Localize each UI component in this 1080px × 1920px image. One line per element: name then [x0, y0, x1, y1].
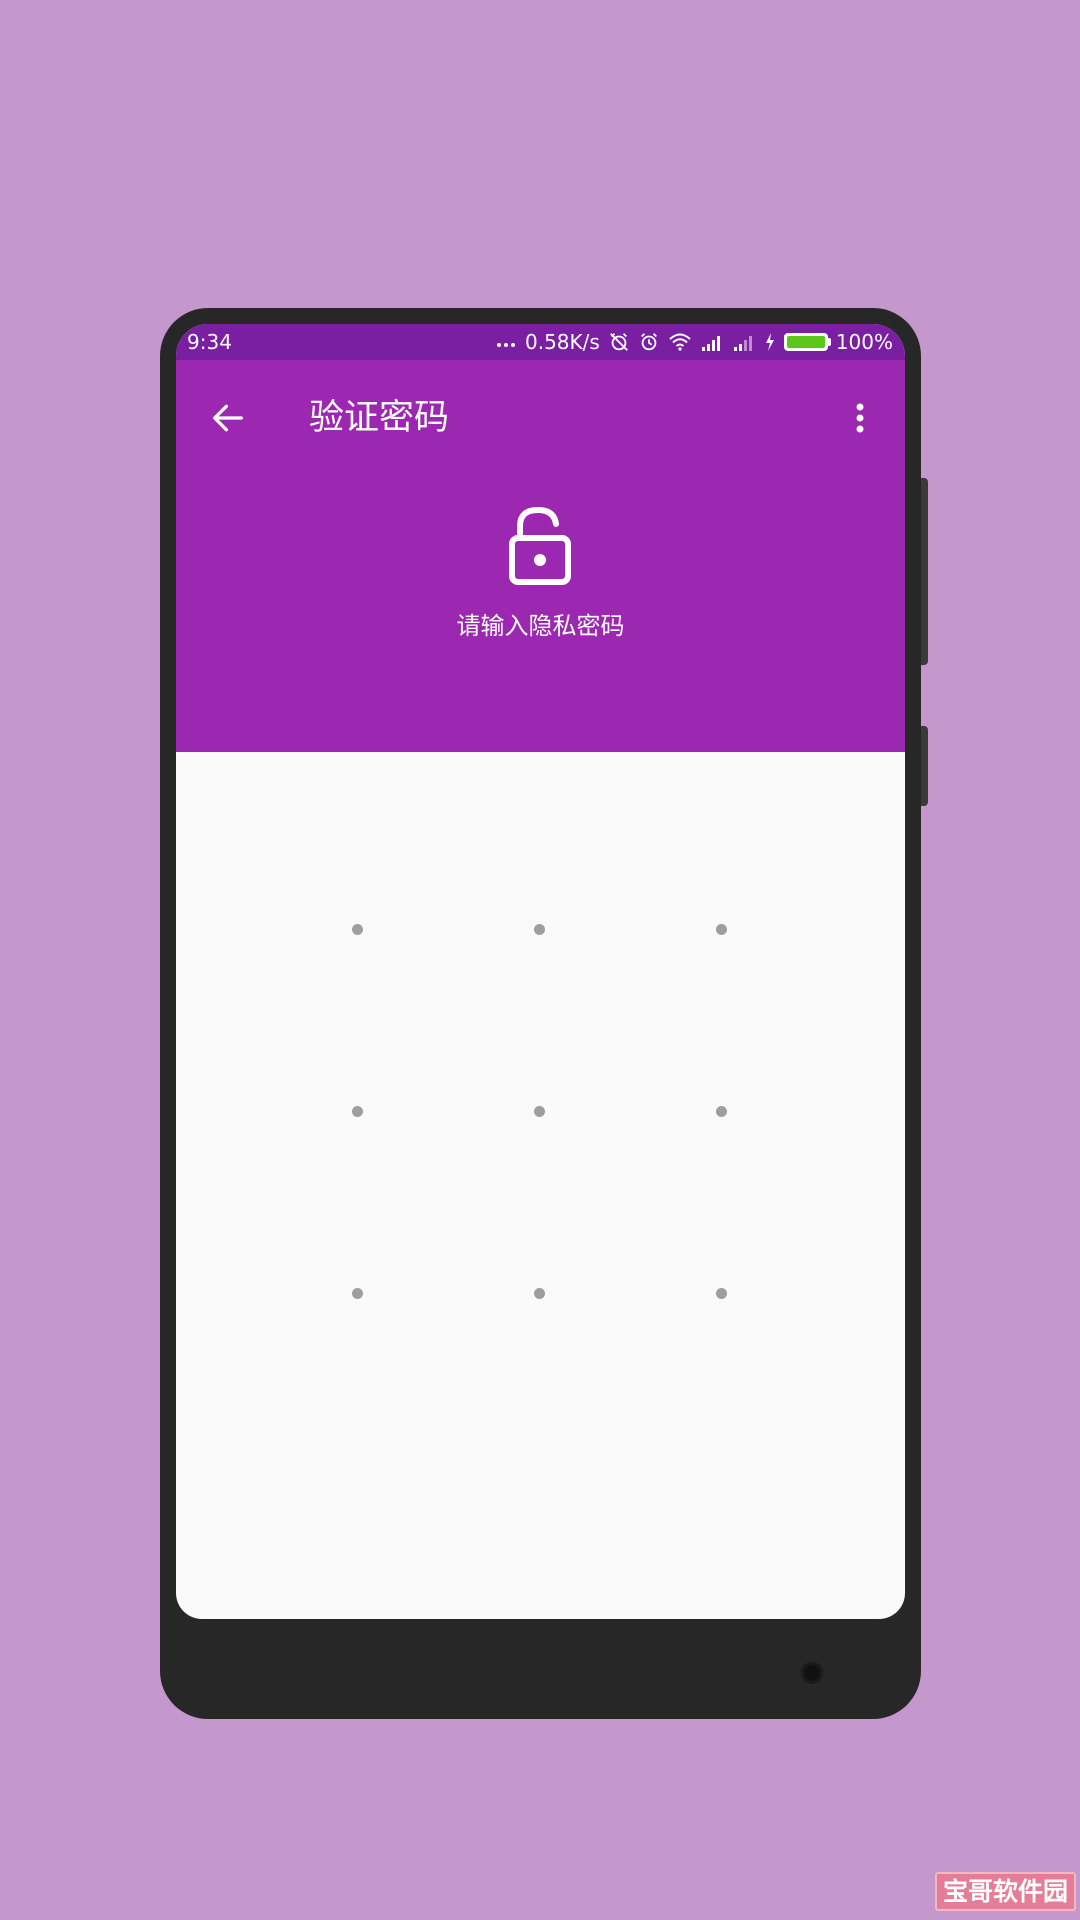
pattern-dot[interactable] [716, 924, 727, 935]
header: 验证密码 请输入隐私密码 [176, 360, 905, 752]
screen: 9:34 0.58K/s 100% 验证密码 请输入隐私密码 [176, 324, 905, 1619]
pattern-dot[interactable] [716, 1106, 727, 1117]
camera-dot [801, 1662, 823, 1684]
battery-fill [786, 336, 825, 348]
password-prompt: 请输入隐私密码 [456, 612, 625, 640]
stage: 9:34 0.58K/s 100% 验证密码 请输入隐私密码 宝哥软件园 [0, 0, 1080, 1920]
pattern-dot[interactable] [352, 1106, 363, 1117]
status-bar: 9:34 0.58K/s 100% [176, 324, 905, 360]
volume-button [921, 478, 928, 665]
pattern-dot[interactable] [352, 1288, 363, 1299]
battery-percent: 100% [835, 330, 893, 354]
pattern-dot[interactable] [716, 1288, 727, 1299]
signal-icon [701, 336, 720, 351]
network-speed: 0.58K/s [525, 330, 600, 354]
battery-icon [783, 333, 831, 351]
alarm-icon [640, 333, 657, 351]
power-button [921, 726, 928, 806]
pattern-lock-grid[interactable] [176, 752, 905, 1619]
charging-icon [765, 333, 774, 351]
page-title: 验证密码 [309, 398, 450, 438]
pattern-dot[interactable] [534, 1288, 545, 1299]
more-dots-icon [497, 337, 515, 347]
pattern-dot[interactable] [534, 1106, 545, 1117]
lock-open-icon [509, 506, 571, 585]
pattern-dot[interactable] [352, 924, 363, 935]
more-vert-icon[interactable] [850, 396, 870, 440]
signal-icon-2 [733, 336, 752, 351]
watermark: 宝哥软件园 [935, 1872, 1077, 1911]
pattern-dot[interactable] [534, 924, 545, 935]
status-time: 9:34 [187, 330, 232, 354]
wifi-icon [669, 333, 691, 351]
status-icons: 0.58K/s 100% [497, 324, 893, 360]
alarm-off-icon [609, 333, 628, 351]
battery-tip [827, 338, 831, 346]
arrow-back-icon[interactable] [208, 398, 248, 438]
